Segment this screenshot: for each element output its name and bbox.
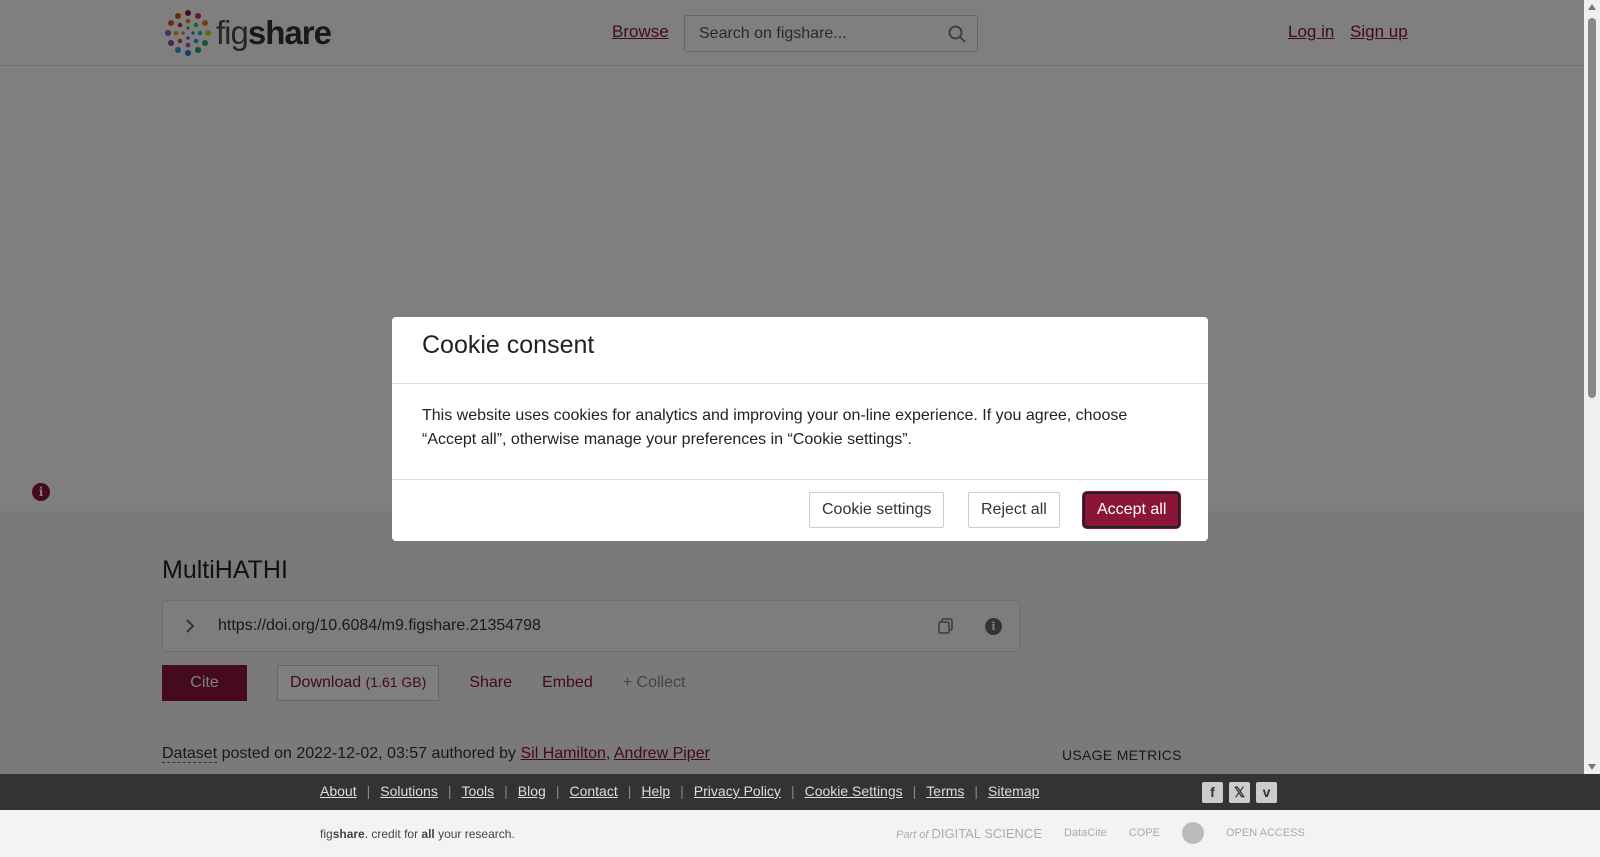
ds-name: DIGITAL SCIENCE (931, 825, 1042, 841)
ds-prefix: Part of (896, 828, 929, 841)
footer-nav: About | Solutions | Tools | Blog | Contact | … (0, 774, 1600, 810)
footer-credit: figshare. credit for all your research. (320, 827, 515, 841)
social-links: f 𝕏 v (1202, 782, 1277, 803)
credit-mid: . credit for (364, 827, 422, 841)
footer-separator: | (790, 783, 795, 799)
footer-separator: | (680, 783, 684, 799)
footer-separator: | (366, 783, 371, 799)
footer-bottom: figshare. credit for all your research. … (0, 810, 1600, 857)
facebook-icon[interactable]: f (1202, 782, 1223, 803)
dialog-body: This website uses cookies for analytics … (392, 384, 1208, 480)
footer-link-tools[interactable]: Tools (461, 783, 494, 799)
digital-science-logo[interactable]: Part of DIGITAL SCIENCE (896, 826, 1042, 841)
cookie-settings-button[interactable]: Cookie settings (809, 492, 945, 528)
footer-separator: | (555, 783, 560, 799)
dialog-footer: Cookie settings Reject all Accept all (392, 480, 1208, 540)
footer-link-blog[interactable]: Blog (518, 783, 546, 799)
datacite-logo[interactable]: DataCite (1064, 827, 1107, 839)
cope-logo[interactable]: COPE (1129, 827, 1160, 839)
x-icon[interactable]: 𝕏 (1229, 782, 1250, 803)
credit-share: share (332, 827, 365, 841)
scrollbar-thumb[interactable] (1588, 18, 1596, 398)
footer-link-cookie-settings[interactable]: Cookie Settings (805, 783, 903, 799)
cookie-consent-dialog: Cookie consent This website uses cookies… (392, 317, 1208, 541)
footer-separator: | (504, 783, 508, 799)
dialog-header: Cookie consent (392, 317, 1208, 384)
scroll-up-icon[interactable] (1588, 4, 1596, 10)
footer-separator: | (627, 783, 632, 799)
footer-separator: | (447, 783, 452, 799)
footer-separator: | (912, 783, 917, 799)
footer-link-terms[interactable]: Terms (926, 783, 964, 799)
footer-separator: | (974, 783, 979, 799)
dialog-title: Cookie consent (422, 331, 595, 359)
reject-all-button[interactable]: Reject all (968, 492, 1060, 528)
page-scrollbar[interactable] (1584, 0, 1600, 774)
footer-link-solutions[interactable]: Solutions (380, 783, 438, 799)
scroll-down-icon[interactable] (1588, 764, 1596, 770)
credit-fig: fig (320, 827, 333, 841)
footer-link-help[interactable]: Help (641, 783, 670, 799)
footer-link-sitemap[interactable]: Sitemap (988, 783, 1039, 799)
accept-all-button[interactable]: Accept all (1083, 492, 1181, 528)
credit-end: your research. (434, 827, 515, 841)
footer-links: About | Solutions | Tools | Blog | Contact | … (320, 783, 1039, 799)
footer-link-privacy[interactable]: Privacy Policy (694, 783, 781, 799)
open-access-logo[interactable]: OPEN ACCESS (1226, 827, 1305, 839)
vimeo-icon[interactable]: v (1256, 782, 1277, 803)
partner-badge-icon[interactable] (1181, 822, 1204, 844)
credit-all: all (421, 827, 435, 841)
footer-link-about[interactable]: About (320, 783, 357, 799)
footer-link-contact[interactable]: Contact (569, 783, 617, 799)
partner-logos: Part of DIGITAL SCIENCE DataCite COPE OP… (896, 822, 1305, 844)
